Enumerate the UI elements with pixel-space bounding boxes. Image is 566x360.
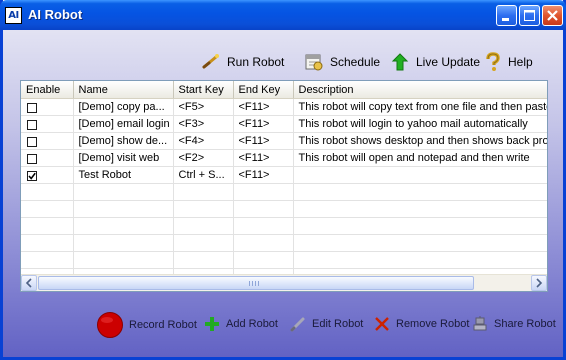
row-start-key: <F3> [173,115,234,133]
table-row[interactable]: [Demo] show de... <F4> <F11> This robot … [21,132,547,150]
row-name: [Demo] show de... [73,132,174,150]
maximize-button[interactable] [519,5,540,26]
row-description: This robot will login to yahoo mail auto… [293,115,547,133]
checkmark-icon [28,172,36,180]
title-bar[interactable]: AI AI Robot [0,0,566,30]
live-update-label: Live Update [416,55,481,69]
enable-checkbox[interactable] [27,170,37,181]
minimize-icon [502,18,509,21]
help-label: Help [508,55,533,69]
row-name: [Demo] copy pa... [73,98,174,116]
col-end-key[interactable]: End Key [233,81,294,99]
record-robot-button[interactable]: Record Robot [96,311,197,339]
enable-checkbox[interactable] [27,102,37,113]
enable-checkbox[interactable] [27,136,37,147]
col-enable[interactable]: Enable [21,81,74,99]
row-end-key: <F11> [233,149,294,167]
robot-list[interactable]: Enable Name Start Key End Key Descriptio… [20,80,548,292]
table-row[interactable]: [Demo] copy pa... <F5> <F11> This robot … [21,98,547,116]
close-icon [547,10,558,21]
add-robot-label: Add Robot [226,318,278,330]
run-robot-button[interactable]: Run Robot [201,52,284,72]
help-icon [486,52,500,71]
window-title: AI Robot [28,7,83,22]
add-robot-button[interactable]: Add Robot [203,315,278,333]
table-row[interactable]: [Demo] visit web <F2> <F11> This robot w… [21,149,547,167]
arrow-right-icon [536,278,543,288]
row-name: [Demo] email login [73,115,174,133]
app-icon[interactable]: AI [5,7,22,24]
table-header-row: Enable Name Start Key End Key Descriptio… [21,81,547,99]
share-robot-label: Share Robot [494,318,556,330]
share-robot-button[interactable]: Share Robot [471,315,556,333]
close-button[interactable] [542,5,563,26]
row-end-key: <F11> [233,166,294,184]
row-name: [Demo] visit web [73,149,174,167]
row-name: Test Robot [73,166,174,184]
enable-checkbox[interactable] [27,119,37,130]
scroll-left-button[interactable] [21,275,37,291]
record-icon [97,312,123,338]
empty-row [21,183,547,201]
row-end-key: <F11> [233,98,294,116]
add-plus-icon [205,317,219,331]
schedule-icon [305,54,323,71]
row-description: This robot will open and notepad and the… [293,149,547,167]
share-robot-icon [473,316,487,331]
arrow-left-icon [25,278,32,288]
empty-row [21,251,547,269]
live-update-button[interactable]: Live Update [390,52,480,72]
empty-row [21,217,547,235]
scroll-right-button[interactable] [531,275,547,291]
row-start-key: <F4> [173,132,234,150]
horizontal-scrollbar[interactable] [21,274,547,291]
col-description[interactable]: Description [293,81,547,99]
row-description: This robot will copy text from one file … [293,98,547,116]
row-start-key: Ctrl + S... [173,166,234,184]
col-start-key[interactable]: Start Key [173,81,234,99]
run-robot-label: Run Robot [227,55,285,69]
col-name[interactable]: Name [73,81,174,99]
table-row[interactable]: [Demo] email login <F3> <F11> This robot… [21,115,547,133]
remove-robot-button[interactable]: Remove Robot [373,315,469,333]
edit-robot-label: Edit Robot [312,318,364,330]
enable-checkbox[interactable] [27,153,37,164]
help-button[interactable]: Help [482,52,533,72]
edit-robot-button[interactable]: Edit Robot [289,315,363,333]
row-end-key: <F11> [233,115,294,133]
robot-table: Enable Name Start Key End Key Descriptio… [21,81,547,286]
row-start-key: <F5> [173,98,234,116]
minimize-button[interactable] [496,5,517,26]
row-end-key: <F11> [233,132,294,150]
row-description [293,166,547,184]
schedule-label: Schedule [330,55,381,69]
record-robot-label: Record Robot [129,319,197,331]
scroll-thumb[interactable] [38,276,474,290]
run-wand-icon [202,54,219,69]
table-row[interactable]: Test Robot Ctrl + S... <F11> [21,166,547,184]
empty-row [21,234,547,252]
schedule-button[interactable]: Schedule [304,52,380,72]
live-update-icon [391,53,409,71]
scroll-grip-icon [249,281,259,286]
edit-pencil-icon [290,317,305,332]
row-description: This robot shows desktop and then shows … [293,132,547,150]
maximize-icon [524,10,535,21]
remove-robot-label: Remove Robot [396,318,470,330]
remove-x-icon [375,317,389,331]
app-window: AI AI Robot Run Robot Schedule Live Upda… [0,0,566,360]
row-start-key: <F2> [173,149,234,167]
empty-row [21,200,547,218]
